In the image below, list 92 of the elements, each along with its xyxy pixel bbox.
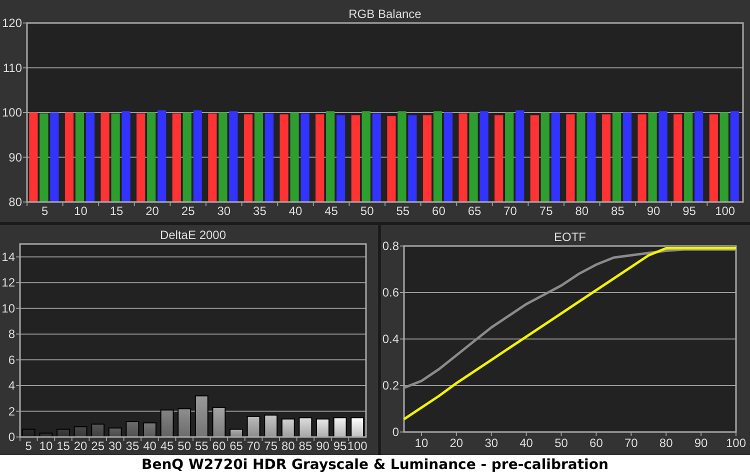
axis-label: 40 <box>143 439 156 453</box>
axis-label: 90 <box>8 150 22 164</box>
bar <box>212 406 226 438</box>
bar <box>74 426 88 438</box>
axis-label: 55 <box>396 204 410 218</box>
axis-label: 70 <box>624 436 638 450</box>
axis-label: 70 <box>246 439 260 453</box>
axis-label: 50 <box>554 436 568 450</box>
axis-label: 0.6 <box>382 286 399 300</box>
axis-label: 0.4 <box>382 332 399 346</box>
axis-label: 0.2 <box>382 378 399 392</box>
axis-label: 6 <box>8 352 15 367</box>
axis-label: 40 <box>520 436 533 450</box>
axis-label: 2 <box>8 404 15 418</box>
axis-label: 80 <box>659 436 673 450</box>
axis-label: 50 <box>178 439 192 453</box>
axis-label: 85 <box>611 204 624 218</box>
bar <box>333 417 347 438</box>
axis-label: 80 <box>575 204 589 218</box>
chart-caption: BenQ W2720i HDR Grayscale & Luminance - pre-calibration <box>142 457 608 473</box>
axis-label: 110 <box>2 60 22 75</box>
bar <box>91 424 105 438</box>
axis-label: 100 <box>347 439 368 453</box>
axis-label: 95 <box>682 204 696 218</box>
axis-label: 20 <box>450 436 464 450</box>
axis-label: 65 <box>230 439 243 453</box>
axis-label: 70 <box>504 204 517 218</box>
axis-label: 25 <box>181 204 195 218</box>
bar <box>230 428 243 438</box>
axis-label: 10 <box>2 301 15 316</box>
axis-label: 75 <box>264 439 278 453</box>
axis-label: 120 <box>2 16 22 30</box>
axis-label: 8 <box>8 327 15 342</box>
axis-label: 50 <box>360 204 374 218</box>
axis-label: 30 <box>217 204 231 218</box>
chart-title: DeltaE 2000 <box>160 228 226 242</box>
bar <box>126 421 140 438</box>
axis-label: 60 <box>590 436 603 450</box>
axis-label: 15 <box>110 204 124 218</box>
axis-label: 14 <box>2 250 15 264</box>
axis-label: 95 <box>333 439 347 453</box>
axis-label: 85 <box>298 439 312 453</box>
axis-label: 0 <box>8 430 15 444</box>
axis-label: 65 <box>468 204 482 218</box>
bar <box>246 416 260 438</box>
axis-label: 45 <box>160 439 174 453</box>
bar <box>108 428 122 438</box>
axis-label: 35 <box>253 204 266 218</box>
axis-label: 30 <box>108 439 122 453</box>
axis-label: 25 <box>91 439 105 453</box>
chart-title: RGB Balance <box>348 7 422 21</box>
axis-label: 60 <box>212 439 226 453</box>
axis-label: 0 <box>392 425 399 439</box>
axis-label: 100 <box>715 204 736 218</box>
axis-label: 20 <box>74 439 88 453</box>
axis-label: 75 <box>539 204 553 218</box>
axis-label: 90 <box>316 439 330 453</box>
bar <box>316 418 330 438</box>
axis-label: 100 <box>726 436 746 450</box>
axis-label: 90 <box>646 204 660 218</box>
bar <box>264 414 278 438</box>
axis-label: 20 <box>146 204 159 218</box>
axis-label: 45 <box>324 204 338 218</box>
axis-label: 12 <box>2 276 15 290</box>
bar <box>160 409 174 438</box>
axis-label: 40 <box>288 204 302 218</box>
axis-label: 4 <box>8 378 15 393</box>
bar <box>350 417 364 438</box>
axis-label: 5 <box>25 439 32 453</box>
axis-label: 35 <box>126 439 140 453</box>
axis-label: 100 <box>2 106 22 120</box>
axis-label: 5 <box>42 204 48 218</box>
axis-label: 55 <box>194 439 208 453</box>
bar <box>178 408 192 438</box>
axis-label: 30 <box>484 436 498 450</box>
chart-title: EOTF <box>554 230 586 244</box>
bar <box>194 395 208 438</box>
axis-label: 60 <box>432 204 446 218</box>
axis-label: 10 <box>74 204 88 218</box>
axis-label: 0.8 <box>382 239 399 253</box>
axis-label: 80 <box>8 195 22 209</box>
axis-label: 10 <box>39 439 53 453</box>
axis-label: 10 <box>414 436 428 450</box>
bar <box>56 428 70 438</box>
bar <box>281 418 295 438</box>
axis-label: 90 <box>694 436 708 450</box>
bar <box>298 417 312 438</box>
axis-label: 80 <box>281 439 295 453</box>
bar <box>22 428 36 438</box>
axis-label: 15 <box>56 439 70 453</box>
bar <box>39 432 53 438</box>
bar <box>143 422 156 438</box>
